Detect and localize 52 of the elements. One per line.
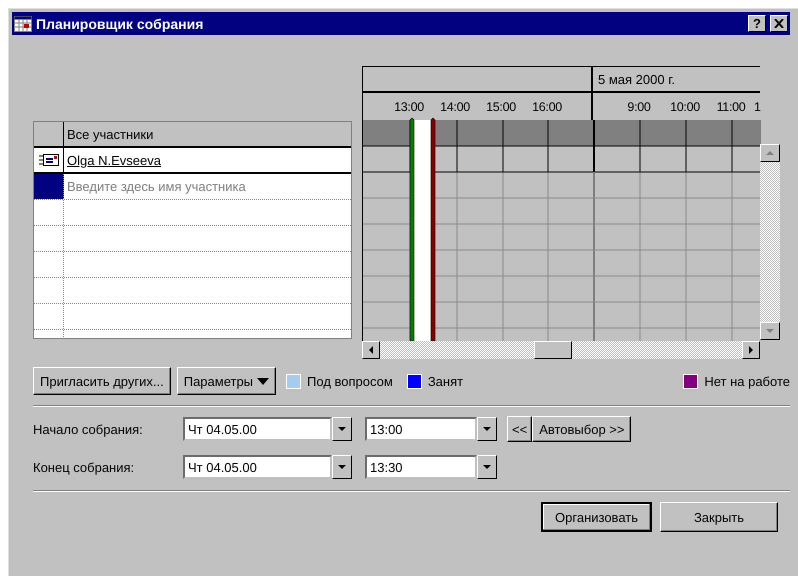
scroll-right-button[interactable] xyxy=(742,341,760,359)
dropdown-button[interactable] xyxy=(332,455,352,479)
legend-label: Занят xyxy=(428,374,464,388)
caret-icon xyxy=(483,465,491,469)
time-label: 9:00 xyxy=(626,100,652,114)
field-label: Конец собрания: xyxy=(33,460,136,474)
legend-label: Нет на работе xyxy=(704,374,790,388)
time-label: 1 xyxy=(754,100,761,114)
start-marker[interactable] xyxy=(410,118,414,342)
scroll-left-button[interactable] xyxy=(362,341,380,359)
time-label: 16:00 xyxy=(531,100,563,114)
horizontal-scrollbar[interactable] xyxy=(362,341,760,359)
caret-icon xyxy=(338,465,346,469)
previous-button[interactable]: << xyxy=(507,416,532,442)
help-button[interactable]: ? xyxy=(748,15,766,32)
date-field[interactable]: Чт 04.05.00 xyxy=(183,455,332,479)
end-marker[interactable] xyxy=(430,118,436,342)
options-menu-button[interactable]: Параметры xyxy=(176,367,276,395)
autopick-button[interactable]: Автовыбор >> xyxy=(532,416,632,442)
close-button[interactable] xyxy=(770,15,788,32)
scroll-up-button[interactable] xyxy=(760,144,780,162)
close-dialog-button[interactable]: Закрыть xyxy=(660,502,778,532)
left-arrow-icon xyxy=(369,346,373,354)
date-label: 5 мая 2000 г. xyxy=(598,72,675,86)
up-arrow-icon xyxy=(766,151,774,155)
close-icon xyxy=(774,19,784,28)
window-title: Планировщик собрания xyxy=(36,16,204,32)
contact-card-icon xyxy=(38,153,58,167)
vertical-scrollbar[interactable] xyxy=(760,144,780,340)
organize-button[interactable]: Организовать xyxy=(541,502,652,532)
time-label: 14:00 xyxy=(439,100,471,114)
attendee-name[interactable]: Olga N.Evseeva xyxy=(64,148,351,172)
right-arrow-icon xyxy=(749,346,753,354)
dropdown-button[interactable] xyxy=(477,455,497,479)
caret-icon xyxy=(338,427,346,431)
field-label: Начало собрания: xyxy=(33,422,144,436)
time-field[interactable]: 13:30 xyxy=(365,455,477,479)
time-field[interactable]: 13:00 xyxy=(365,417,477,441)
dropdown-button[interactable] xyxy=(332,417,352,441)
scroll-down-button[interactable] xyxy=(760,322,780,340)
time-label: 10:00 xyxy=(669,100,701,114)
time-label: 15:00 xyxy=(485,100,517,114)
legend-label: Под вопросом xyxy=(307,374,393,388)
dropdown-button[interactable] xyxy=(477,417,497,441)
caret-icon xyxy=(483,427,491,431)
invite-button[interactable]: Пригласить других... xyxy=(33,367,171,395)
time-label: 13:00 xyxy=(393,100,425,114)
caret-icon xyxy=(257,378,270,384)
down-arrow-icon xyxy=(766,329,774,333)
time-label: 11:00 xyxy=(716,100,746,114)
date-field[interactable]: Чт 04.05.00 xyxy=(183,417,332,441)
scroll-thumb[interactable] xyxy=(534,341,572,359)
